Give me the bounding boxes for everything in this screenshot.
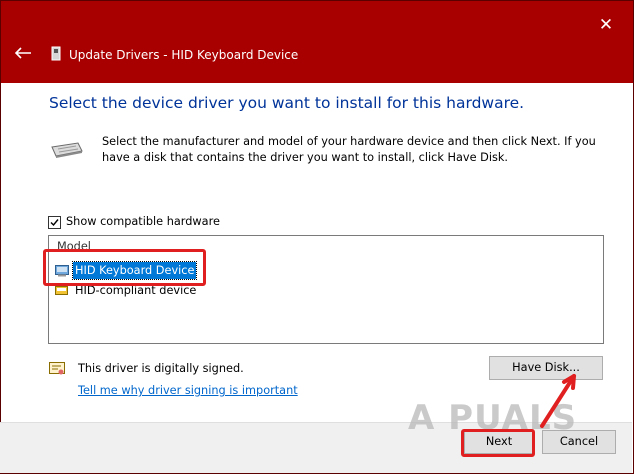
hid-device-icon bbox=[55, 286, 68, 295]
keyboard-device-icon bbox=[55, 265, 69, 277]
model-list[interactable]: Model HID Keyboard Device HID-compliant … bbox=[48, 235, 604, 344]
cancel-button[interactable]: Cancel bbox=[542, 430, 616, 454]
model-list-header bbox=[49, 236, 603, 256]
list-item-label: HID Keyboard Device bbox=[71, 261, 198, 280]
certificate-icon bbox=[49, 362, 65, 375]
annotation-arrow-icon bbox=[540, 374, 576, 428]
show-compatible-label[interactable]: Show compatible hardware bbox=[66, 215, 220, 228]
close-icon[interactable]: ✕ bbox=[596, 15, 616, 35]
model-column-header[interactable]: Model bbox=[57, 240, 91, 253]
list-item-label: HID-compliant device bbox=[75, 284, 197, 297]
device-manager-icon bbox=[51, 46, 61, 61]
next-button[interactable]: Next bbox=[464, 430, 534, 454]
signing-status: This driver is digitally signed. bbox=[78, 362, 244, 375]
page-title: Select the device driver you want to ins… bbox=[49, 94, 525, 112]
instructions-text: Select the manufacturer and model of you… bbox=[102, 135, 596, 164]
show-compatible-checkbox[interactable] bbox=[48, 216, 61, 229]
title-bar bbox=[1, 1, 633, 83]
keyboard-icon bbox=[51, 142, 83, 158]
back-arrow-icon[interactable] bbox=[13, 45, 33, 61]
window-title: Update Drivers - HID Keyboard Device bbox=[69, 48, 299, 62]
driver-signing-link[interactable]: Tell me why driver signing is important bbox=[78, 384, 298, 397]
